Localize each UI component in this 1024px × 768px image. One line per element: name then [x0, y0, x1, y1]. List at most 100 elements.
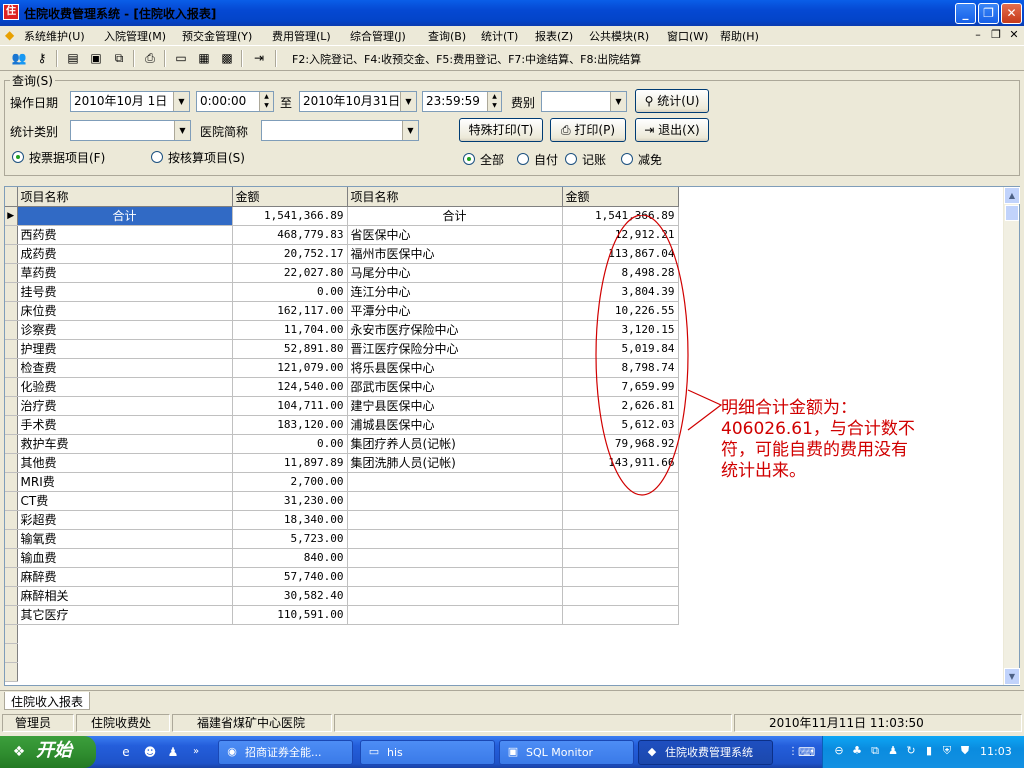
- item-name-cell[interactable]: [347, 586, 563, 606]
- item-name-cell[interactable]: 将乐县医保中心: [347, 358, 563, 378]
- chevron-down-icon[interactable]: ▼: [173, 92, 189, 111]
- tab-income-report[interactable]: 住院收入报表: [4, 692, 91, 710]
- waive-label[interactable]: 减免: [638, 151, 662, 168]
- row-indicator[interactable]: [5, 225, 18, 245]
- row-indicator[interactable]: [5, 567, 18, 587]
- row-indicator[interactable]: [5, 320, 18, 340]
- date-to-picker[interactable]: 2010年10月31日 ▼: [299, 91, 417, 112]
- amount-cell[interactable]: 30,582.40: [232, 586, 348, 606]
- row-indicator[interactable]: [5, 510, 18, 530]
- row-indicator[interactable]: [5, 624, 18, 644]
- scroll-down-icon[interactable]: ▼: [1004, 668, 1020, 685]
- item-name-cell[interactable]: 省医保中心: [347, 225, 563, 245]
- item-name-cell[interactable]: 彩超费: [17, 510, 233, 530]
- table-row[interactable]: 床位费 162,117.00 平潭分中心 10,226.55: [5, 301, 679, 321]
- all-label[interactable]: 全部: [480, 151, 504, 168]
- item-name-cell[interactable]: 其它医疗: [17, 605, 233, 625]
- item-name-cell[interactable]: 其他费: [17, 453, 233, 473]
- amount-cell[interactable]: 121,079.00: [232, 358, 348, 378]
- table-row[interactable]: 成药费 20,752.17 福州市医保中心 113,867.04: [5, 244, 679, 264]
- amount-cell[interactable]: [562, 548, 679, 568]
- item-name-cell[interactable]: 麻醉相关: [17, 586, 233, 606]
- copy-icon[interactable]: ⧉: [110, 50, 128, 66]
- item-name-cell[interactable]: 检查费: [17, 358, 233, 378]
- item-name-cell[interactable]: 麻醉费: [17, 567, 233, 587]
- column-header[interactable]: 项目名称: [17, 187, 233, 207]
- table-row[interactable]: MRI费 2,700.00: [5, 472, 679, 492]
- table-row[interactable]: 化验费 124,540.00 邵武市医保中心 7,659.99: [5, 377, 679, 397]
- restore-button[interactable]: ❐: [978, 3, 999, 24]
- table-row[interactable]: 治疗费 104,711.00 建宁县医保中心 2,626.81: [5, 396, 679, 416]
- scroll-thumb[interactable]: [1005, 205, 1019, 221]
- close-button[interactable]: ✕: [1001, 3, 1022, 24]
- vertical-scrollbar[interactable]: ▲ ▼: [1003, 187, 1020, 685]
- waive-radio[interactable]: [621, 153, 633, 165]
- printer-icon[interactable]: ⎙: [141, 50, 159, 66]
- mdi-minimize-button[interactable]: –: [970, 29, 986, 43]
- mdi-close-button[interactable]: ✕: [1006, 29, 1022, 43]
- item-name-cell[interactable]: CT费: [17, 491, 233, 511]
- qq-icon[interactable]: ☻: [142, 744, 158, 760]
- account-radio[interactable]: [565, 153, 577, 165]
- menu-common[interactable]: 公共模块(R): [589, 28, 649, 44]
- row-indicator[interactable]: [5, 643, 18, 663]
- amount-cell[interactable]: 11,704.00: [232, 320, 348, 340]
- table-row[interactable]: 西药费 468,779.83 省医保中心 12,912.21: [5, 225, 679, 245]
- menu-fee[interactable]: 费用管理(L): [272, 28, 331, 44]
- more-quicklaunch-icon[interactable]: »: [188, 744, 204, 760]
- row-indicator[interactable]: ▶: [5, 206, 18, 226]
- table-row[interactable]: 输氧费 5,723.00: [5, 529, 679, 549]
- item-name-cell[interactable]: 手术费: [17, 415, 233, 435]
- item-name-cell[interactable]: [347, 529, 563, 549]
- item-name-cell[interactable]: [347, 605, 563, 625]
- amount-cell[interactable]: 52,891.80: [232, 339, 348, 359]
- amount-cell[interactable]: 22,027.80: [232, 263, 348, 283]
- key-icon[interactable]: ⚷: [33, 50, 51, 66]
- menu-query[interactable]: 查询(B): [428, 28, 466, 44]
- item-name-cell[interactable]: 西药费: [17, 225, 233, 245]
- users-icon[interactable]: 👥: [10, 50, 28, 66]
- item-name-cell[interactable]: 救护车费: [17, 434, 233, 454]
- table-row[interactable]: ▶ 合计 1,541,366.89 合计 1,541,366.89: [5, 206, 679, 226]
- task-hospital-billing[interactable]: ◆ 住院收费管理系统: [638, 740, 773, 765]
- item-name-cell[interactable]: [347, 510, 563, 530]
- column-header[interactable]: 金额: [232, 187, 348, 207]
- messenger-icon[interactable]: ♟: [165, 744, 181, 760]
- item-name-cell[interactable]: [347, 472, 563, 492]
- exit-button[interactable]: ⇥ 退出(X): [635, 118, 709, 142]
- table-row[interactable]: [5, 662, 678, 682]
- row-indicator[interactable]: [5, 396, 18, 416]
- time-from-field[interactable]: 0:00:00 ▲ ▼: [196, 91, 274, 112]
- column-header[interactable]: 金额: [562, 187, 679, 207]
- keyboard-icon[interactable]: ⌨: [798, 744, 815, 760]
- sync-icon[interactable]: ↻: [904, 744, 918, 758]
- chevron-down-icon[interactable]: ▼: [402, 121, 418, 140]
- amount-cell[interactable]: 5,723.00: [232, 529, 348, 549]
- item-name-cell[interactable]: 集团疗养人员(记帐): [347, 434, 563, 454]
- by-receipt-label[interactable]: 按票据项目(F): [29, 149, 105, 166]
- hospital-select[interactable]: ▼: [261, 120, 419, 141]
- stop-icon[interactable]: ⊖: [832, 744, 846, 758]
- date-from-picker[interactable]: 2010年10月 1日 ▼: [70, 91, 190, 112]
- table-row[interactable]: CT费 31,230.00: [5, 491, 679, 511]
- item-name-cell[interactable]: 护理费: [17, 339, 233, 359]
- monitor-icon[interactable]: ▣: [87, 50, 105, 66]
- row-indicator[interactable]: [5, 434, 18, 454]
- item-name-cell[interactable]: 平潭分中心: [347, 301, 563, 321]
- amount-cell[interactable]: 31,230.00: [232, 491, 348, 511]
- chevron-down-icon[interactable]: ▼: [174, 121, 190, 140]
- amount-cell[interactable]: 0.00: [232, 282, 348, 302]
- table-row[interactable]: 救护车费 0.00 集团疗养人员(记帐) 79,968.92: [5, 434, 679, 454]
- row-indicator[interactable]: [5, 282, 18, 302]
- row-indicator[interactable]: [5, 339, 18, 359]
- table-row[interactable]: 诊察费 11,704.00 永安市医疗保险中心 3,120.15: [5, 320, 679, 340]
- menu-deposit[interactable]: 预交金管理(Y): [182, 28, 252, 44]
- amount-cell[interactable]: [562, 605, 679, 625]
- table-row[interactable]: 检查费 121,079.00 将乐县医保中心 8,798.74: [5, 358, 679, 378]
- network-icon[interactable]: ⧉: [868, 744, 882, 758]
- amount-cell[interactable]: 2,700.00: [232, 472, 348, 492]
- menu-help[interactable]: 帮助(H): [720, 28, 759, 44]
- item-name-cell[interactable]: 邵武市医保中心: [347, 377, 563, 397]
- row-indicator[interactable]: [5, 415, 18, 435]
- table-row[interactable]: 其他费 11,897.89 集团洗肺人员(记帐) 143,911.66: [5, 453, 679, 473]
